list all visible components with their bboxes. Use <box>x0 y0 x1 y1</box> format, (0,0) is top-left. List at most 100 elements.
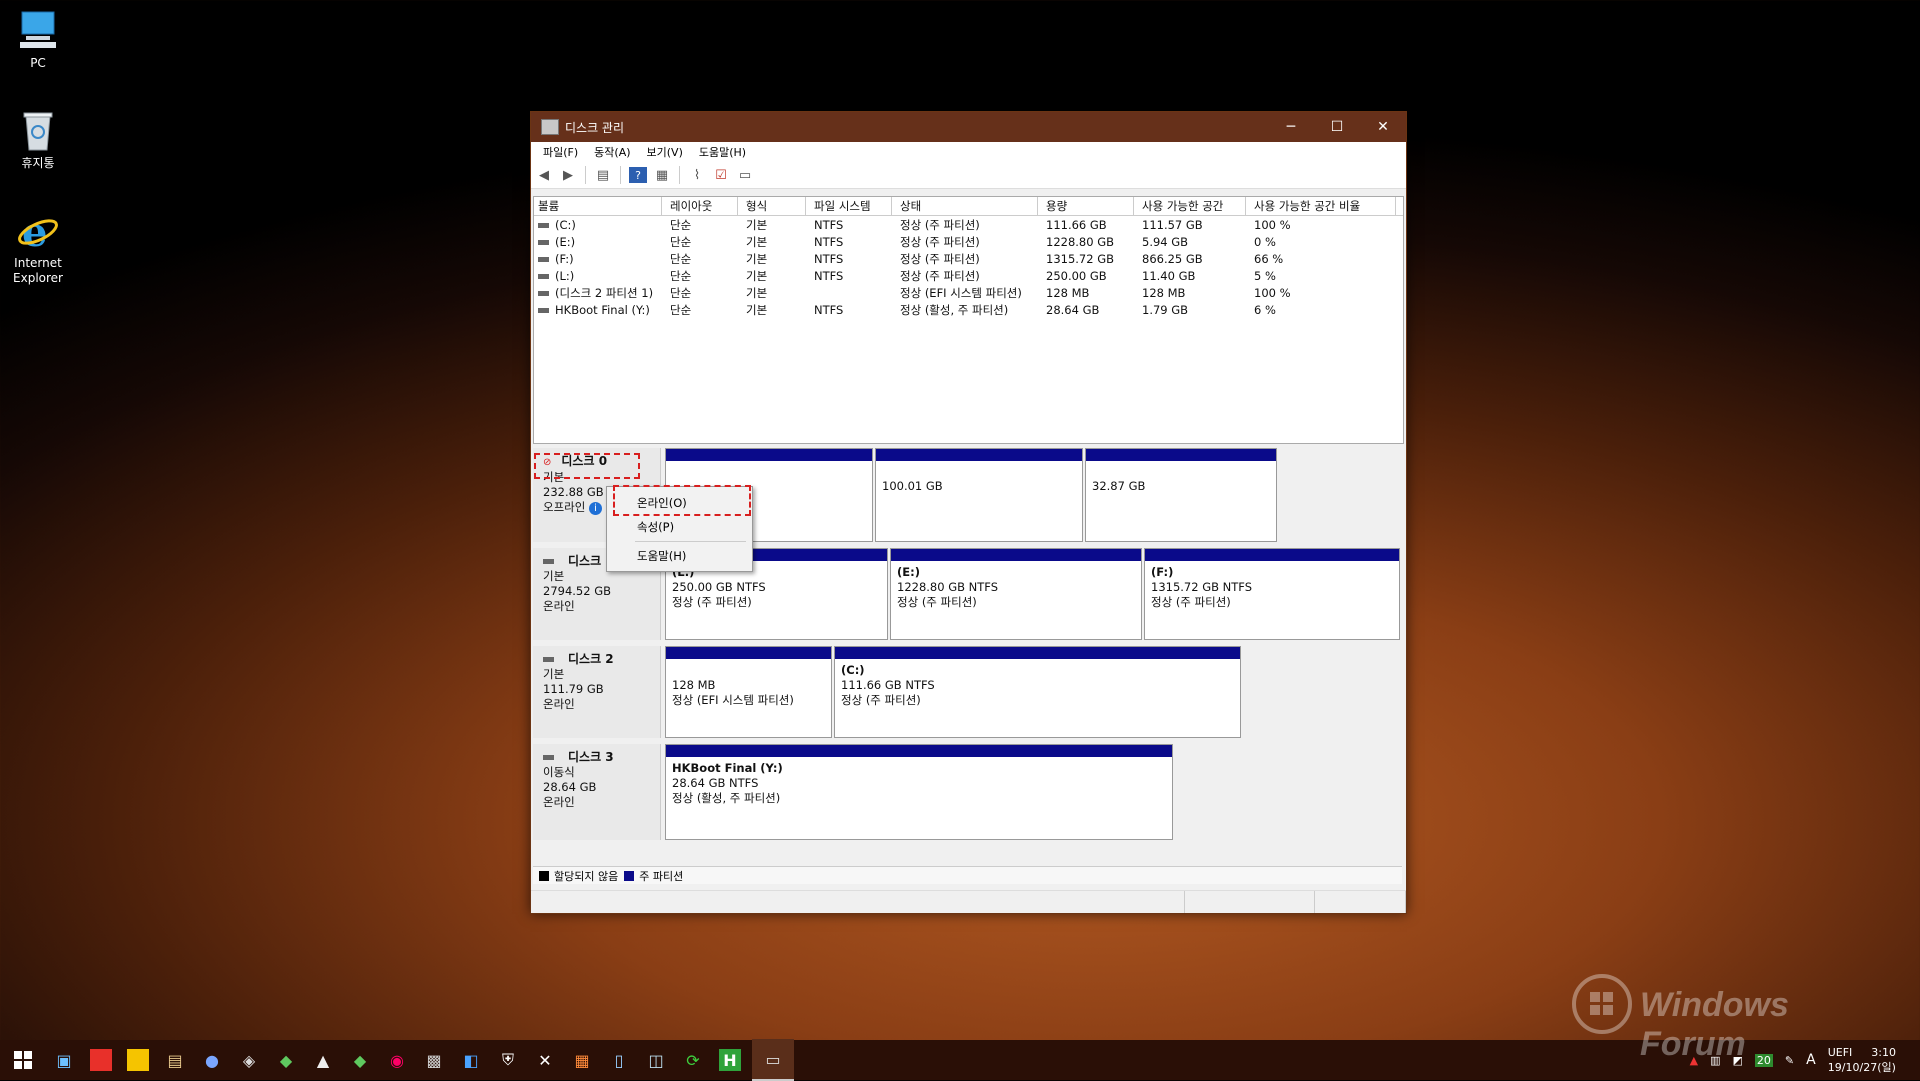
volume-cell: 단순 <box>662 302 738 318</box>
volume-row[interactable]: (L:) 단순 기본 NTFS 정상 (주 파티션) 250.00 GB 11.40 GB 5… <box>534 267 1403 284</box>
blue-app-icon[interactable]: ◧ <box>455 1044 487 1076</box>
info-icon[interactable]: i <box>588 502 602 515</box>
status-pane <box>1315 891 1406 913</box>
volume-row[interactable]: (F:) 단순 기본 NTFS 정상 (주 파티션) 1315.72 GB 866.25 G… <box>534 250 1403 267</box>
title-bar[interactable]: 디스크 관리 ─ ☐ ✕ <box>531 112 1406 142</box>
help-icon[interactable]: ? <box>629 167 647 183</box>
volume-cell-text: 기본 <box>746 251 768 266</box>
volume-drive-icon <box>538 256 549 262</box>
volume-cell-text: 단순 <box>670 268 692 283</box>
volume-cell-text: (L:) <box>555 268 575 283</box>
grid-app-icon[interactable]: ▦ <box>566 1044 598 1076</box>
forward-arrow-icon[interactable]: ▶ <box>559 167 577 183</box>
checklist-icon[interactable]: ☑ <box>712 167 730 183</box>
partition-f[interactable]: (F:) 1315.72 GB NTFS 정상 (주 파티션) <box>1144 548 1400 640</box>
orb-app-icon[interactable]: ● <box>196 1044 228 1076</box>
player-app-icon[interactable] <box>122 1044 154 1076</box>
disk-label[interactable]: 디스크 3 이동식 28.64 GB 온라인 <box>533 744 661 840</box>
partition-tool-icon[interactable]: ◆ <box>344 1044 376 1076</box>
volume-row[interactable]: (E:) 단순 기본 NTFS 정상 (주 파티션) 1228.80 GB 5.94 GB 0… <box>534 233 1403 250</box>
volume-cell: (E:) <box>534 235 662 249</box>
partition-status: 정상 (주 파티션) <box>672 595 752 609</box>
partition-e[interactable]: (E:) 1228.80 GB NTFS 정상 (주 파티션) <box>890 548 1142 640</box>
volume-cell: 정상 (주 파티션) <box>892 268 1038 284</box>
h-app-icon[interactable]: H <box>714 1044 746 1076</box>
status-pane <box>1185 891 1316 913</box>
partition-size: 1228.80 GB NTFS <box>897 580 999 594</box>
desktop-icon-pc[interactable]: PC <box>8 8 68 71</box>
properties-pane-icon[interactable]: ▦ <box>653 167 671 183</box>
menu-item-properties[interactable]: 속성(P) <box>607 515 752 539</box>
colorful-app-icon[interactable]: ◉ <box>381 1044 413 1076</box>
refresh-app-icon[interactable]: ⟳ <box>677 1044 709 1076</box>
back-arrow-icon[interactable]: ◀ <box>535 167 553 183</box>
volume-drive-icon <box>538 239 549 245</box>
window-app-icon[interactable]: ◫ <box>640 1044 672 1076</box>
menu-action[interactable]: 동작(A) <box>586 144 638 160</box>
disk-management-taskbar-icon[interactable]: ▭ <box>752 1039 794 1081</box>
partition[interactable]: 100.01 GB <box>875 448 1083 542</box>
volume-cell: NTFS <box>806 252 892 266</box>
volume-cell: 66 % <box>1246 252 1396 266</box>
disk-icon <box>543 755 554 760</box>
shield-icon[interactable]: ⛨ <box>492 1044 524 1076</box>
start-windows-icon[interactable] <box>3 1044 43 1076</box>
monitor-app-icon[interactable]: ▣ <box>48 1044 80 1076</box>
volume-cell: HKBoot Final (Y:) <box>534 303 662 317</box>
settings-pane-icon[interactable]: ▭ <box>736 167 754 183</box>
menu-view[interactable]: 보기(V) <box>639 144 691 160</box>
volume-cell-text: NTFS <box>814 234 844 249</box>
red-app-icon[interactable] <box>85 1044 117 1076</box>
column-header-free-percent[interactable]: 사용 가능한 공간 비율 <box>1246 197 1396 215</box>
disk-tool-icon[interactable]: ▲ <box>307 1044 339 1076</box>
disk-label[interactable]: 디스크 2 기본 111.79 GB 온라인 <box>533 646 661 738</box>
volume-row[interactable]: (디스크 2 파티션 1) 단순 기본 정상 (EFI 시스템 파티션) 128 MB 1… <box>534 284 1403 301</box>
show-hide-console-icon[interactable]: ▤ <box>594 167 612 183</box>
volume-cell: 28.64 GB <box>1038 303 1134 317</box>
column-header-layout[interactable]: 레이아웃 <box>662 197 738 215</box>
desktop-icon-label: Internet <box>14 256 62 270</box>
column-header-filesystem[interactable]: 파일 시스템 <box>806 197 892 215</box>
desktop-icon-recycle-bin[interactable]: 휴지통 <box>8 108 68 171</box>
partition-y[interactable]: HKBoot Final (Y:) 28.64 GB NTFS 정상 (활성, 주 … <box>665 744 1173 840</box>
volume-cell: (L:) <box>534 269 662 283</box>
internet-explorer-icon: e <box>16 208 60 256</box>
column-header-free-space[interactable]: 사용 가능한 공간 <box>1134 197 1246 215</box>
green-tool-icon[interactable]: ◆ <box>270 1044 302 1076</box>
volume-cell-text: 0 % <box>1254 234 1276 249</box>
toolbar-separator <box>679 166 680 184</box>
maximize-button[interactable]: ☐ <box>1314 112 1360 142</box>
desktop-icon-label: PC <box>30 56 46 70</box>
desktop-icon-internet-explorer[interactable]: e Internet Explorer <box>8 208 68 286</box>
volume-cell: 250.00 GB <box>1038 269 1134 283</box>
volume-cell-text: 128 MB <box>1142 285 1186 300</box>
recycle-bin-icon <box>16 108 60 152</box>
partition-name: (F:) <box>1151 565 1174 579</box>
tools-icon[interactable]: ✕ <box>529 1044 561 1076</box>
column-header-capacity[interactable]: 용량 <box>1038 197 1134 215</box>
pc-icon <box>16 8 60 52</box>
column-header-volume[interactable]: 볼륨 <box>534 197 662 215</box>
partition-c[interactable]: (C:) 111.66 GB NTFS 정상 (주 파티션) <box>834 646 1241 738</box>
menu-help[interactable]: 도움말(H) <box>691 144 754 160</box>
menu-bar: 파일(F) 동작(A) 보기(V) 도움말(H) <box>531 142 1406 162</box>
minimize-button[interactable]: ─ <box>1268 112 1314 142</box>
image-app-icon[interactable]: ▩ <box>418 1044 450 1076</box>
menu-item-help[interactable]: 도움말(H) <box>607 544 752 568</box>
connect-icon[interactable]: ⌇ <box>688 167 706 183</box>
menu-file[interactable]: 파일(F) <box>535 144 586 160</box>
partition-name: HKBoot Final (Y:) <box>672 761 783 775</box>
archive-app-icon[interactable]: ▤ <box>159 1044 191 1076</box>
volume-row[interactable]: HKBoot Final (Y:) 단순 기본 NTFS 정상 (활성, 주 파티션) 2… <box>534 301 1403 318</box>
volume-drive-icon <box>538 307 549 313</box>
partition-status: 정상 (주 파티션) <box>841 693 921 707</box>
drive-app-icon[interactable]: ◈ <box>233 1044 265 1076</box>
partition[interactable]: 32.87 GB <box>1085 448 1277 542</box>
close-button[interactable]: ✕ <box>1360 112 1406 142</box>
column-header-status[interactable]: 상태 <box>892 197 1038 215</box>
volume-cell: 기본 <box>738 251 806 267</box>
volume-row[interactable]: (C:) 단순 기본 NTFS 정상 (주 파티션) 111.66 GB 111.57 GB… <box>534 216 1403 233</box>
column-header-type[interactable]: 형식 <box>738 197 806 215</box>
file-app-icon[interactable]: ▯ <box>603 1044 635 1076</box>
partition-efi[interactable]: 128 MB 정상 (EFI 시스템 파티션) <box>665 646 832 738</box>
